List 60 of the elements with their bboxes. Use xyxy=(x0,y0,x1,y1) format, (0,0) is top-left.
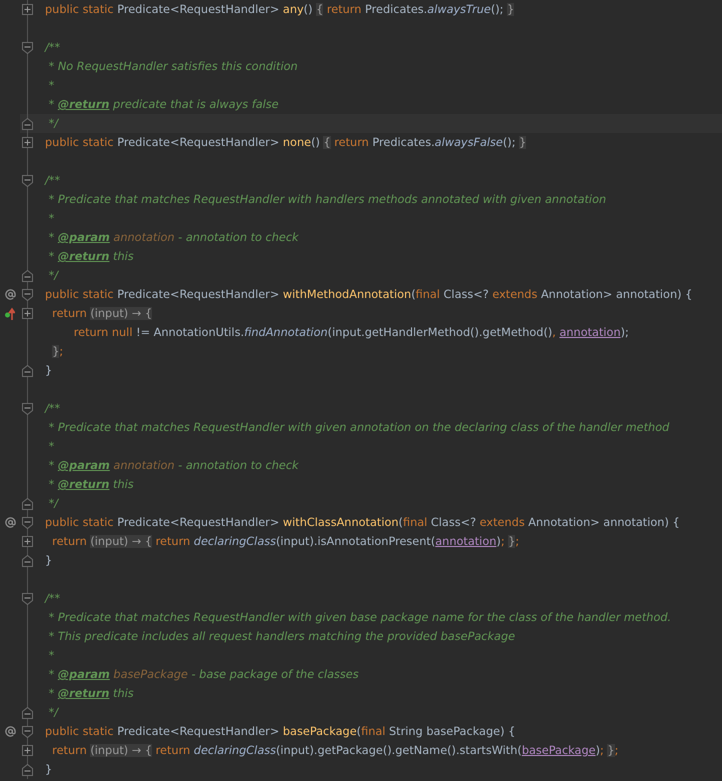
code-line: * @return predicate that is always false xyxy=(48,97,279,113)
collapse-icon[interactable] xyxy=(22,554,33,566)
expand-icon[interactable] xyxy=(22,536,33,547)
collapse-icon[interactable] xyxy=(22,764,33,776)
collapse-icon[interactable] xyxy=(22,364,33,376)
expand-icon[interactable] xyxy=(22,4,33,15)
collapse-icon[interactable] xyxy=(22,174,33,186)
collapse-icon[interactable] xyxy=(22,498,33,510)
code-line: * @return this xyxy=(48,477,134,493)
code-line: }; xyxy=(51,344,64,360)
code-line: public static Predicate<RequestHandler> basePackage(final String basePackage) { xyxy=(45,724,516,740)
code-line: * Predicate that matches RequestHandler with given annotation on the declaring class of the handler method xyxy=(48,420,670,436)
collapse-icon[interactable] xyxy=(22,270,33,282)
code-line: * @return this xyxy=(48,686,134,702)
code-line: * @return this xyxy=(48,249,134,265)
code-line: /** xyxy=(45,591,60,607)
at-sign-icon[interactable] xyxy=(4,726,16,737)
code-line: * xyxy=(48,439,54,455)
code-line: */ xyxy=(48,268,58,284)
collapse-icon[interactable] xyxy=(22,516,33,528)
dot-arrow-icon[interactable] xyxy=(5,307,15,320)
collapse-icon[interactable] xyxy=(22,118,33,130)
collapse-icon[interactable] xyxy=(22,402,33,414)
code-line: } xyxy=(45,762,52,778)
code-line: public static Predicate<RequestHandler> any() { return Predicates.alwaysTrue(); } xyxy=(45,2,514,18)
code-line: return null != AnnotationUtils.findAnnotation(input.getHandlerMethod().getMethod(), annotation); xyxy=(72,325,629,341)
collapse-icon[interactable] xyxy=(22,42,33,54)
code-line: * xyxy=(48,211,54,227)
code-line: * xyxy=(48,78,54,94)
code-line: * @param annotation - annotation to check xyxy=(48,230,299,246)
code-line: } xyxy=(45,363,52,379)
code-line: /** xyxy=(45,40,60,56)
code-line: * Predicate that matches RequestHandler with given base package name for the class of the handler method. xyxy=(48,610,672,626)
code-line: * Predicate that matches RequestHandler with handlers methods annotated with given annotation xyxy=(48,192,606,208)
code-line: return (input) → { xyxy=(51,306,152,322)
at-sign-icon[interactable] xyxy=(4,517,16,528)
code-line: */ xyxy=(48,116,58,132)
expand-icon[interactable] xyxy=(22,745,33,756)
code-line: public static Predicate<RequestHandler> withClassAnnotation(final Class<? extends Annotation> annotation) { xyxy=(45,515,680,531)
code-line: /** xyxy=(45,173,60,189)
code-line: /** xyxy=(45,401,60,417)
code-line: public static Predicate<RequestHandler> none() { return Predicates.alwaysFalse(); } xyxy=(45,135,526,151)
expand-icon[interactable] xyxy=(22,308,33,319)
collapse-icon[interactable] xyxy=(22,706,33,718)
collapse-icon[interactable] xyxy=(22,288,33,300)
collapse-icon[interactable] xyxy=(22,726,33,738)
code-line: * This predicate includes all request handlers matching the provided basePackage xyxy=(48,629,516,645)
code-line: * @param annotation - annotation to check xyxy=(48,458,299,474)
code-line: return (input) → { return declaringClass(input).getPackage().getName().startsWith(basePackage); }; xyxy=(51,743,618,759)
code-line: public static Predicate<RequestHandler> withMethodAnnotation(final Class<? extends Annotation> annotation) { xyxy=(45,287,692,303)
expand-icon[interactable] xyxy=(22,137,33,148)
code-line: * @param basePackage - base package of the classes xyxy=(48,667,359,683)
code-line: return (input) → { return declaringClass(input).isAnnotationPresent(annotation); }; xyxy=(51,534,520,550)
code-line: } xyxy=(45,553,52,569)
at-sign-icon[interactable] xyxy=(4,289,16,300)
code-line: */ xyxy=(48,705,58,721)
code-line: * xyxy=(48,648,54,664)
code-line: * No RequestHandler satisfies this condition xyxy=(48,59,298,75)
collapse-icon[interactable] xyxy=(22,592,33,604)
code-line: */ xyxy=(48,496,58,512)
